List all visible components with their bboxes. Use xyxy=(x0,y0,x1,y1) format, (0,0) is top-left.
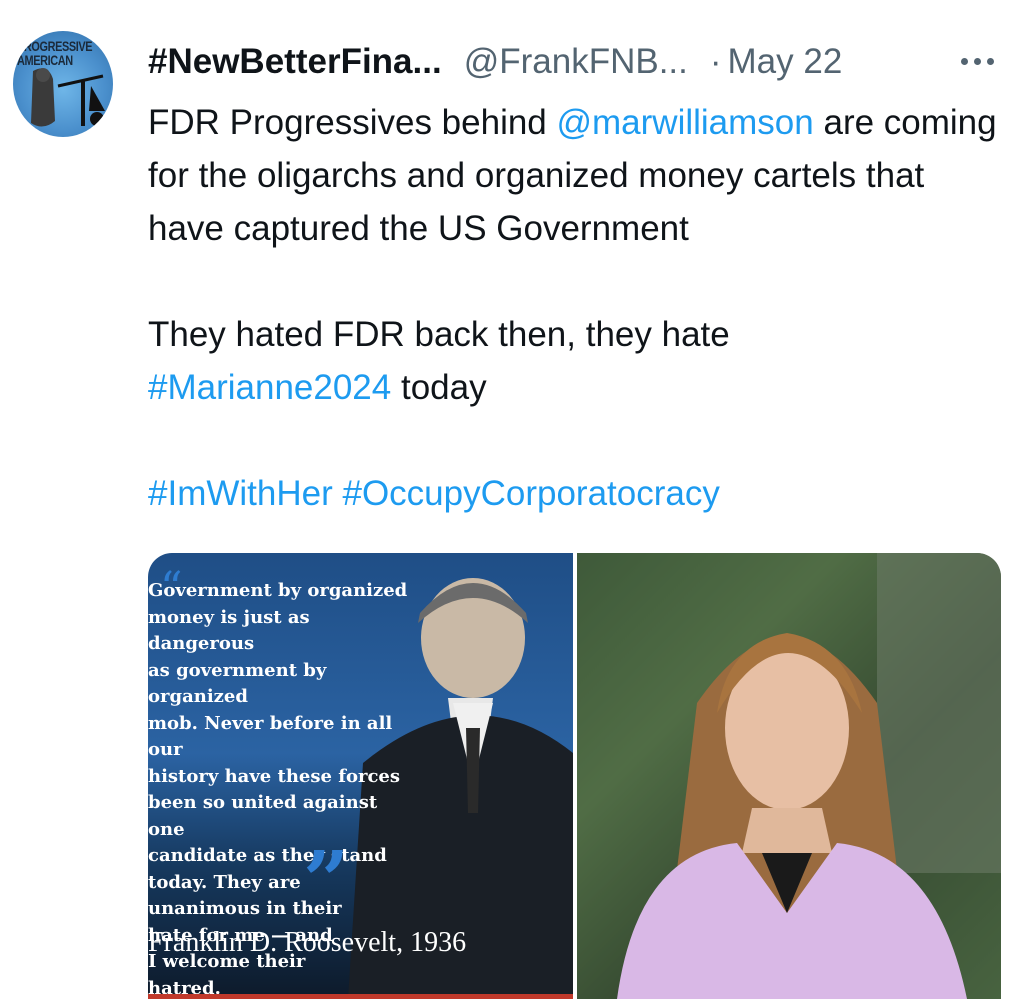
more-options-icon[interactable] xyxy=(955,49,999,73)
close-quote-mark: ” xyxy=(303,833,350,927)
marianne-portrait-illustration xyxy=(576,553,1001,999)
media-grid: “ Government by organized money is just … xyxy=(148,553,1001,999)
tweet-paragraph-1: FDR Progressives behind @marwilliamson a… xyxy=(148,96,1003,255)
tweet-header: #NewBetterFina... @FrankFNB... · May 22 xyxy=(148,40,1008,84)
header-separator: · xyxy=(709,42,722,81)
tweet-text-segment: FDR Progressives behind xyxy=(148,103,557,142)
divider xyxy=(148,994,573,999)
fdr-quote-image[interactable]: “ Government by organized money is just … xyxy=(148,553,573,999)
hashtag-link[interactable]: #OccupyCorporatocracy xyxy=(342,474,719,513)
hashtag-link[interactable]: #Marianne2024 xyxy=(148,368,391,407)
mention-link[interactable]: @marwilliamson xyxy=(557,103,814,142)
avatar[interactable]: PROGRESSIVE AMERICAN xyxy=(13,31,113,137)
quote-attribution: Franklin D. Roosevelt, 1936 xyxy=(148,927,467,958)
tweet-paragraph-2: They hated FDR back then, they hate #Mar… xyxy=(148,308,1003,414)
display-name[interactable]: #NewBetterFina... xyxy=(148,42,442,81)
tweet-date[interactable]: May 22 xyxy=(728,42,843,81)
scales-of-justice-icon xyxy=(31,68,105,127)
tweet-text: FDR Progressives behind @marwilliamson a… xyxy=(148,96,1003,520)
user-handle[interactable]: @FrankFNB... xyxy=(464,42,688,81)
tweet-text-segment: They hated FDR back then, they hate xyxy=(148,315,730,354)
marianne-photo[interactable] xyxy=(576,553,1001,999)
hashtag-link[interactable]: #ImWithHer xyxy=(148,474,333,513)
tweet-paragraph-3: #ImWithHer #OccupyCorporatocracy xyxy=(148,467,1003,520)
tweet-text-segment: today xyxy=(391,368,487,407)
